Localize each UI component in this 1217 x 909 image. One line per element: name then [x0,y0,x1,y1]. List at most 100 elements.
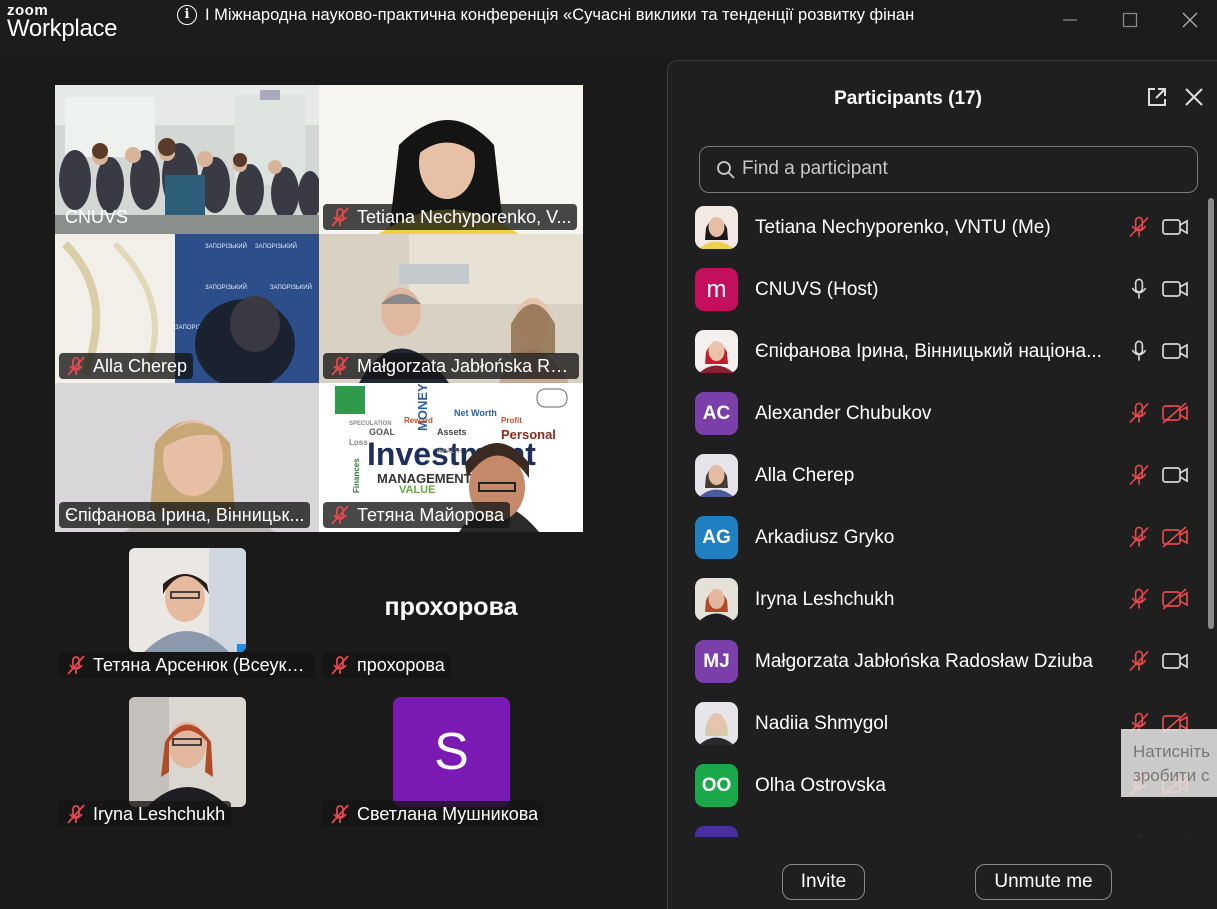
mic-icon[interactable] [1128,277,1150,301]
tile-name-label: CNUVS [59,204,134,230]
wordcloud-word: Reward [404,416,433,425]
title-bar: zoom Workplace i I Міжнародна науково-пр… [0,0,1217,52]
participant-initials-avatar: m [695,268,738,311]
video-tile-iryna-leshchukh[interactable]: Iryna Leshchukh [55,696,319,827]
muted-mic-icon[interactable] [1128,525,1150,549]
zoom-workplace-logo: zoom Workplace [7,3,118,42]
minimize-icon [1063,19,1077,21]
participant-list-scrollbar[interactable] [1208,198,1214,629]
participant-row[interactable]: m CNUVS (Host) [668,259,1208,321]
participant-row[interactable]: Єпіфанова Ірина, Вінницький націона... [668,321,1208,383]
video-tile-tetiana-nechyporenko[interactable]: Tetiana Nechyporenko, V... [319,85,583,234]
wordcloud-word: Finances [352,458,361,493]
participant-name: Tetiana Nechyporenko, VNTU (Me) [755,217,1051,238]
participant-name: Arkadiusz Gryko [755,527,895,548]
wordcloud-word: VALUE [399,484,435,496]
participant-name: Nadiia Shmygol [755,713,889,734]
participant-row[interactable]: AG Arkadiusz Gryko [668,507,1208,569]
participant-name: Єпіфанова Ірина, Вінницький націона... [755,341,1102,362]
participant-photo-avatar [695,702,738,745]
meeting-info-icon[interactable]: i [177,5,197,25]
muted-mic-icon [67,655,85,675]
participant-initials-avatar [695,826,738,837]
video-tile-cnuvs[interactable]: CNUVS [55,85,319,234]
avatar-letter-tile: S [393,697,510,807]
hint-tooltip: Натисніть зробити с [1121,729,1217,797]
participant-name: Alexander Chubukov [755,403,932,424]
participant-row[interactable]: Alla Cherep [668,445,1208,507]
tile-name: Małgorzata Jabłońska Ra... [357,356,573,376]
wordcloud-word: WEALTH [437,449,462,455]
svg-text:ЗАПОРІЗЬКИЙ: ЗАПОРІЗЬКИЙ [255,242,297,250]
camera-off-icon[interactable] [1162,836,1188,837]
tile-name: Тетяна Майорова [357,505,505,525]
muted-mic-icon[interactable] [1128,215,1150,239]
search-input[interactable] [742,155,1172,183]
camera-icon[interactable] [1162,650,1188,672]
participant-initials-avatar: AC [695,392,738,435]
wordcloud-word: Loss [349,438,368,447]
camera-icon[interactable] [1162,340,1188,362]
pop-out-icon[interactable] [1145,85,1169,109]
minimize-button[interactable] [1040,0,1100,40]
close-panel-icon[interactable] [1184,87,1204,107]
camera-icon[interactable] [1162,464,1188,486]
participant-row[interactable] [668,817,1208,837]
video-tile-prokhorova[interactable]: прохорова прохорова [319,547,583,678]
participant-name: Małgorzata Jabłońska Radosław Dziuba [755,651,1093,672]
wordcloud-word: Personal [501,427,556,442]
participant-search[interactable] [699,146,1198,193]
participant-name: Olha Ostrovska [755,775,886,796]
camera-off-icon[interactable] [1162,526,1188,548]
tile-name: Єпіфанова Ірина, Вінницьк... [65,505,305,525]
camera-off-icon[interactable] [1162,402,1188,424]
muted-mic-icon [331,356,349,376]
svg-text:ЗАПОРІЗЬКИЙ: ЗАПОРІЗЬКИЙ [205,283,247,291]
participant-name: CNUVS (Host) [755,279,879,300]
camera-icon[interactable] [1162,216,1188,238]
muted-mic-icon [67,804,85,824]
muted-mic-icon [67,356,85,376]
display-name-text: прохорова [384,593,518,621]
tile-name-label: Małgorzata Jabłońska Ra... [323,353,579,379]
close-window-button[interactable] [1160,0,1217,40]
video-tile-alla-cherep[interactable]: ЗАПОРІЗЬКИЙ ЗАПОРІЗЬКИЙ ЗАПОРІЗЬКИЙ ЗАПОРІ… [55,234,319,383]
tile-name-label: Тетяна Арсенюк (Всеукр... [59,652,315,678]
muted-mic-icon[interactable] [1128,463,1150,487]
video-tile-malgorzata[interactable]: Małgorzata Jabłońska Ra... [319,234,583,383]
invite-button[interactable]: Invite [782,864,865,900]
participant-photo-avatar [695,454,738,497]
wordcloud-word: Net Worth [454,408,497,418]
muted-mic-icon[interactable] [1128,587,1150,611]
participants-title: Participants (17) [834,88,982,109]
mic-icon[interactable] [1128,339,1150,363]
video-tile-mushnikova[interactable]: S Светлана Мушникова [319,696,583,827]
tile-name-label: Тетяна Майорова [323,502,511,528]
unmute-me-button[interactable]: Unmute me [975,864,1112,900]
participant-row[interactable]: AC Alexander Chubukov [668,383,1208,445]
participant-row[interactable]: MJ Małgorzata Jabłońska Radosław Dziuba [668,631,1208,693]
camera-icon[interactable] [1162,278,1188,300]
participant-name: Alla Cherep [755,465,855,486]
participant-row[interactable]: Tetiana Nechyporenko, VNTU (Me) [668,197,1208,259]
muted-mic-icon[interactable] [1128,835,1150,837]
muted-mic-icon[interactable] [1128,401,1150,425]
camera-off-icon[interactable] [1162,588,1188,610]
svg-text:ЗАПОРІЗЬКИЙ: ЗАПОРІЗЬКИЙ [205,242,247,250]
wordcloud-word: Profit [501,416,522,425]
muted-mic-icon[interactable] [1128,649,1150,673]
participant-initials-avatar: MJ [695,640,738,683]
maximize-button[interactable] [1100,0,1160,40]
brand-workplace-text: Workplace [7,15,118,42]
video-tile-epifanova[interactable]: Єпіфанова Ірина, Вінницьк... [55,383,319,532]
participant-photo-avatar [695,578,738,621]
video-tile-maiorova[interactable]: Investment MANAGEMENT VALUE MONEY Person… [319,383,583,532]
avatar-letter: S [434,723,469,781]
participant-photo-avatar [695,330,738,373]
tile-name: Iryna Leshchukh [93,804,226,824]
participant-photo-avatar [695,206,738,249]
tile-name: Тетяна Арсенюк (Всеукр... [93,655,309,675]
video-tile-arseniuk[interactable]: Тетяна Арсенюк (Всеукр... [55,547,319,678]
tile-name-label: Tetiana Nechyporenko, V... [323,204,578,230]
participant-row[interactable]: Iryna Leshchukh [668,569,1208,631]
